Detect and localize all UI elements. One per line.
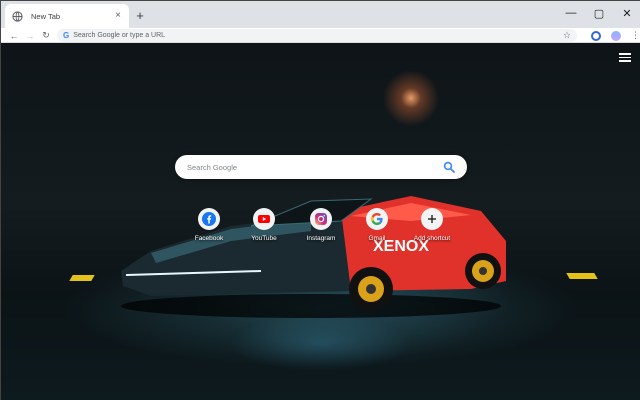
browser-window: New Tab × + — ▢ ✕ ← → ↻ G Search Google …: [0, 0, 640, 400]
shortcut-label: Add shortcut: [413, 235, 451, 242]
plus-icon: [428, 215, 436, 223]
minimize-button[interactable]: —: [557, 1, 585, 25]
toolbar-right: ⋮: [591, 28, 640, 43]
new-tab-page: XENOX Search Google Facebook YouTube Ins…: [1, 43, 640, 400]
shortcut-facebook[interactable]: Facebook: [186, 208, 232, 242]
reload-button[interactable]: ↻: [39, 28, 53, 43]
youtube-icon: [258, 215, 270, 223]
toolbar: ← → ↻ G Search Google or type a URL ☆ ⋮: [1, 28, 640, 43]
yellow-floor-marking-right: [566, 273, 598, 279]
maximize-button[interactable]: ▢: [585, 1, 613, 25]
shortcut-label: Facebook: [194, 235, 224, 242]
globe-icon: [11, 10, 23, 22]
tab-strip: New Tab × + — ▢ ✕: [1, 1, 640, 28]
search-input[interactable]: Search Google: [187, 163, 443, 172]
shortcut-instagram[interactable]: Instagram: [298, 208, 344, 242]
add-shortcut-button[interactable]: Add shortcut: [409, 208, 455, 242]
shortcut-label: Instagram: [306, 235, 336, 242]
shortcuts-row: Facebook YouTube Instagram Gmail Add sho…: [186, 208, 466, 248]
shortcut-youtube[interactable]: YouTube: [241, 208, 287, 242]
forward-button[interactable]: →: [23, 28, 37, 43]
yellow-floor-marking-left: [69, 275, 95, 281]
google-icon: [371, 213, 383, 225]
address-bar-placeholder: Search Google or type a URL: [73, 32, 166, 39]
shortcut-label: Gmail: [368, 235, 386, 242]
search-box[interactable]: Search Google: [175, 155, 467, 179]
facebook-icon: [202, 212, 216, 226]
window-controls: — ▢ ✕: [557, 1, 640, 28]
bookmark-star-icon[interactable]: ☆: [563, 30, 571, 41]
shortcut-gmail[interactable]: Gmail: [354, 208, 400, 242]
close-window-button[interactable]: ✕: [613, 1, 640, 25]
tab-close-icon[interactable]: ×: [113, 11, 123, 21]
new-tab-button[interactable]: +: [133, 8, 147, 22]
profile-avatar[interactable]: [611, 30, 621, 41]
instagram-icon: [315, 213, 327, 225]
customize-menu-icon[interactable]: [619, 53, 631, 62]
browser-menu-icon[interactable]: ⋮: [631, 31, 640, 40]
shortcut-label: YouTube: [251, 235, 277, 242]
back-button[interactable]: ←: [7, 28, 21, 43]
address-bar[interactable]: G Search Google or type a URL ☆: [57, 29, 577, 42]
google-g-icon: G: [63, 31, 70, 40]
tab-new-tab[interactable]: New Tab ×: [5, 4, 129, 28]
extension-icon[interactable]: [591, 30, 601, 41]
search-icon[interactable]: [443, 161, 455, 173]
tab-title: New Tab: [31, 11, 61, 21]
